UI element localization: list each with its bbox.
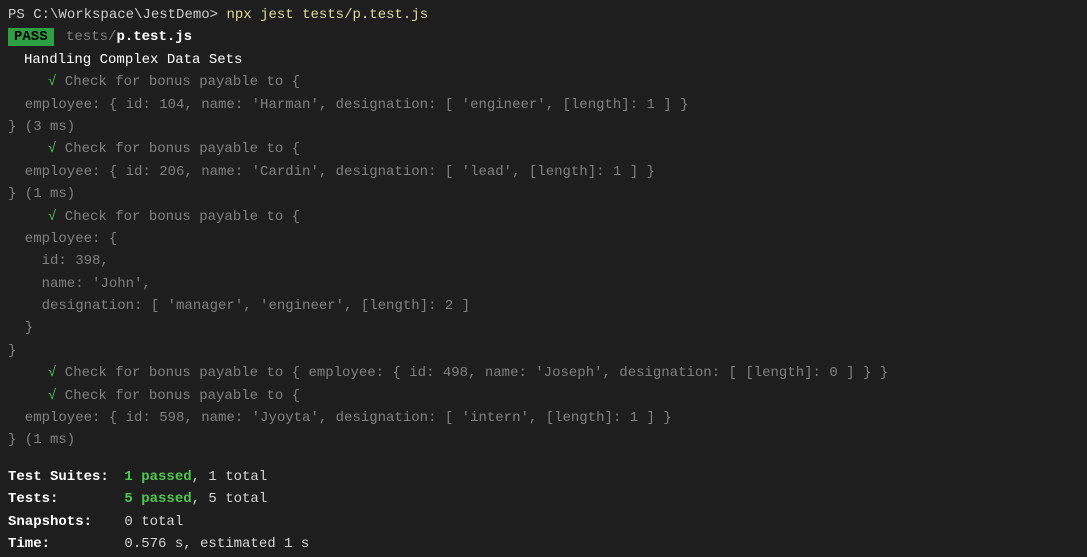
summary-tests-pass: 5 passed — [124, 491, 191, 507]
summary-suites-total: , 1 total — [192, 469, 268, 485]
summary-snapshots: Snapshots: 0 total — [8, 511, 1079, 533]
summary-suites-label: Test Suites: — [8, 466, 116, 488]
test-case-4: √ Check for bonus payable to { employee:… — [8, 362, 1079, 384]
test-case-3: √ Check for bonus payable to { — [8, 206, 1079, 228]
prompt-caret: > — [210, 7, 227, 23]
test-case-1: √ Check for bonus payable to { — [8, 71, 1079, 93]
test-case-1-close: } (3 ms) — [8, 116, 1079, 138]
test-case-3-body-5: } — [8, 317, 1079, 339]
file-name-bold: p.test.js — [116, 29, 192, 45]
summary-suites-pass: 1 passed — [124, 469, 191, 485]
test-text: Check for bonus payable to { — [56, 388, 300, 404]
prompt-prefix: PS — [8, 7, 33, 23]
summary-snapshots-label: Snapshots: — [8, 511, 116, 533]
test-case-3-body-2: id: 398, — [8, 250, 1079, 272]
test-case-2: √ Check for bonus payable to { — [8, 138, 1079, 160]
test-text: Check for bonus payable to { — [56, 209, 300, 225]
test-case-3-body-1: employee: { — [8, 228, 1079, 250]
prompt-line: PS C:\Workspace\JestDemo> npx jest tests… — [8, 4, 1079, 26]
test-case-5-body: employee: { id: 598, name: 'Jyoyta', des… — [8, 407, 1079, 429]
test-case-3-close: } — [8, 340, 1079, 362]
test-case-2-body: employee: { id: 206, name: 'Cardin', des… — [8, 161, 1079, 183]
test-case-5: √ Check for bonus payable to { — [8, 385, 1079, 407]
summary-time: Time: 0.576 s, estimated 1 s — [8, 533, 1079, 555]
test-case-5-close: } (1 ms) — [8, 429, 1079, 451]
test-case-2-close: } (1 ms) — [8, 183, 1079, 205]
command-text: npx jest tests/p.test.js — [226, 7, 428, 23]
test-text: Check for bonus payable to { — [56, 141, 300, 157]
test-text: Check for bonus payable to { — [56, 74, 300, 90]
test-case-3-body-3: name: 'John', — [8, 273, 1079, 295]
summary-suites: Test Suites: 1 passed, 1 total — [8, 466, 1079, 488]
summary-time-value: 0.576 s, estimated 1 s — [124, 536, 309, 552]
test-text: Check for bonus payable to { employee: {… — [56, 365, 888, 381]
result-header: PASS tests/p.test.js — [8, 26, 1079, 48]
test-case-3-body-4: designation: [ 'manager', 'engineer', [l… — [8, 295, 1079, 317]
test-case-1-body: employee: { id: 104, name: 'Harman', des… — [8, 94, 1079, 116]
file-path-dim: tests/ — [66, 29, 116, 45]
summary-snapshots-value: 0 total — [124, 514, 183, 530]
summary-time-label: Time: — [8, 533, 116, 555]
suite-title: Handling Complex Data Sets — [8, 49, 1079, 71]
summary-tests: Tests: 5 passed, 5 total — [8, 488, 1079, 510]
terminal-output[interactable]: PS C:\Workspace\JestDemo> npx jest tests… — [8, 4, 1079, 555]
summary-tests-label: Tests: — [8, 488, 116, 510]
pass-badge: PASS — [8, 28, 54, 46]
summary-tests-total: , 5 total — [192, 491, 268, 507]
prompt-path: C:\Workspace\JestDemo — [33, 7, 209, 23]
